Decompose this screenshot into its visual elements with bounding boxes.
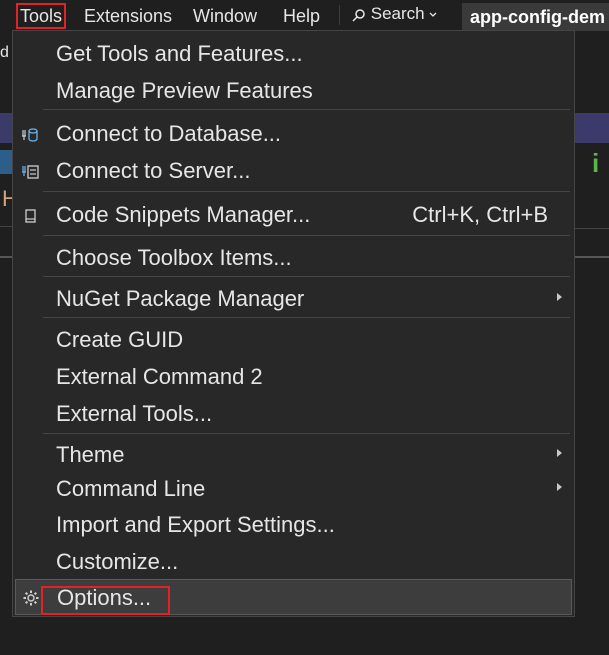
menu-item-get-tools[interactable]: Get Tools and Features... <box>13 37 574 71</box>
menu-window[interactable]: Window <box>193 4 257 28</box>
menu-separator <box>43 109 570 110</box>
menu-item-create-guid[interactable]: Create GUID <box>13 323 574 357</box>
background-tab-strip <box>0 113 12 143</box>
menu-item-label: Manage Preview Features <box>56 78 313 103</box>
menu-item-shortcut: Ctrl+K, Ctrl+B <box>412 202 548 227</box>
menu-item-choose-toolbox-items[interactable]: Choose Toolbox Items... <box>13 241 574 275</box>
menu-separator <box>43 191 570 192</box>
menu-separator <box>43 235 570 236</box>
chevron-down-icon <box>429 12 437 17</box>
background-divider <box>574 228 609 229</box>
menu-item-manage-preview-features[interactable]: Manage Preview Features <box>13 74 574 108</box>
menu-item-label: Command Line <box>56 476 206 501</box>
menu-item-connect-server[interactable]: Connect to Server... <box>13 154 574 188</box>
background-divider <box>0 226 12 227</box>
menu-item-command-line[interactable]: Command Line <box>13 472 574 506</box>
menu-item-label: External Command 2 <box>56 364 263 389</box>
menu-item-label: Choose Toolbox Items... <box>56 245 292 270</box>
server-connect-icon <box>22 165 39 179</box>
menu-item-label: Customize... <box>56 549 179 574</box>
menu-item-code-snippets-manager[interactable]: Code Snippets Manager... Ctrl+K, Ctrl+B <box>13 198 574 232</box>
menu-separator <box>43 433 570 434</box>
database-connect-icon <box>22 128 38 142</box>
menu-item-connect-database[interactable]: Connect to Database... <box>13 117 574 151</box>
menu-item-import-export-settings[interactable]: Import and Export Settings... <box>13 508 574 542</box>
solution-title: app-config-dem <box>462 3 609 31</box>
menu-item-label: Create GUID <box>56 327 184 352</box>
menu-item-external-command-2[interactable]: External Command 2 <box>13 360 574 394</box>
menu-item-label: Code Snippets Manager... <box>56 202 311 227</box>
background-divider <box>0 256 12 258</box>
background-divider <box>574 256 609 258</box>
submenu-arrow-icon <box>557 483 562 491</box>
menu-help[interactable]: Help <box>283 4 320 28</box>
menu-item-label: Get Tools and Features... <box>56 41 303 66</box>
menu-item-label: NuGet Package Manager <box>56 286 305 311</box>
menu-item-label: Connect to Database... <box>56 121 282 146</box>
menu-bar: Tools Extensions Window Help Search app-… <box>0 0 609 32</box>
background-code <box>0 150 12 174</box>
menu-item-label: External Tools... <box>56 401 213 426</box>
tools-menu: Get Tools and Features... Manage Preview… <box>12 30 575 617</box>
menu-item-customize[interactable]: Customize... <box>13 545 574 579</box>
menu-item-label: Import and Export Settings... <box>56 512 335 537</box>
submenu-arrow-icon <box>557 293 562 301</box>
menu-separator <box>43 317 570 318</box>
menu-extensions[interactable]: Extensions <box>84 4 172 28</box>
background-tab-strip <box>574 113 609 143</box>
options-highlight-box <box>41 586 170 615</box>
snippet-icon <box>25 209 36 223</box>
submenu-arrow-icon <box>557 449 562 457</box>
menu-separator <box>43 276 570 277</box>
search-icon <box>352 8 365 22</box>
search-label: Search <box>370 4 425 23</box>
menu-item-label: Connect to Server... <box>56 158 251 183</box>
background-code: i <box>592 148 600 178</box>
background-text: d <box>0 44 9 61</box>
menubar-divider <box>339 5 340 25</box>
menu-tools[interactable]: Tools <box>16 3 67 29</box>
menu-item-nuget-package-manager[interactable]: NuGet Package Manager <box>13 282 574 316</box>
menu-item-external-tools[interactable]: External Tools... <box>13 397 574 431</box>
gear-icon <box>23 590 39 606</box>
menu-item-theme[interactable]: Theme <box>13 438 574 472</box>
menu-item-label: Theme <box>56 442 125 467</box>
search-button[interactable]: Search <box>352 3 437 25</box>
